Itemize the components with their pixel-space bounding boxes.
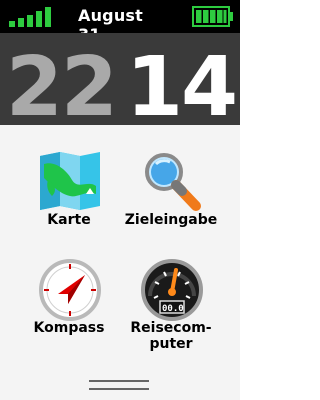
clock-hours: 22 xyxy=(5,40,118,135)
battery-full-icon xyxy=(192,6,233,27)
home-screen: August 31 22 14 Karte xyxy=(0,0,240,400)
app-karte[interactable]: Karte xyxy=(14,150,124,240)
app-kompass[interactable]: Kompass xyxy=(14,258,124,358)
svg-text:00.0: 00.0 xyxy=(162,304,184,314)
status-date: August 31 xyxy=(78,6,143,44)
clock-widget: 22 14 xyxy=(0,33,240,129)
app-zieleingabe-label: Zieleingabe xyxy=(124,212,218,228)
app-reisecomputer-label: Reisecom- puter xyxy=(130,320,212,352)
app-reisecomputer[interactable]: 00.0 Reisecom- puter xyxy=(116,258,226,358)
clock-hours-area: 22 xyxy=(0,33,120,129)
trip-computer-icon: 00.0 xyxy=(141,259,203,321)
app-zieleingabe[interactable]: Zieleingabe xyxy=(116,150,226,240)
search-icon xyxy=(145,153,201,211)
compass-icon xyxy=(39,259,101,321)
app-kompass-label: Kompass xyxy=(33,320,105,336)
menu-handle-icon[interactable] xyxy=(89,380,149,392)
status-bar: August 31 xyxy=(0,0,240,44)
map-icon xyxy=(40,152,100,210)
clock-minutes: 14 xyxy=(126,40,238,135)
app-karte-label: Karte xyxy=(47,212,91,228)
clock-minutes-area: 14 xyxy=(120,33,240,129)
signal-strength-icon xyxy=(9,7,51,27)
